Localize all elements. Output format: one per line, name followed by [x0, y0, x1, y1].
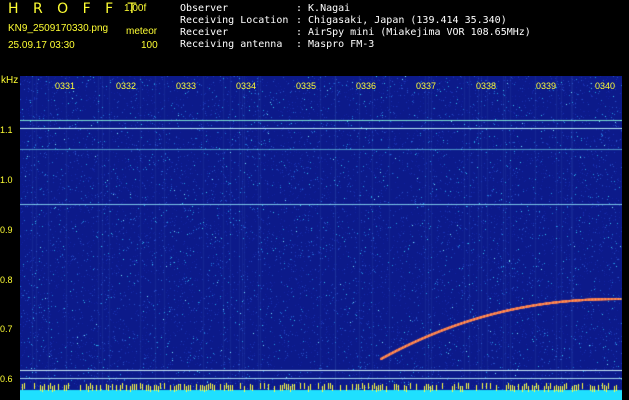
- time-tick-label: 0338: [476, 81, 497, 91]
- location-value: : Chigasaki, Japan (139.414 35.340): [296, 15, 507, 26]
- mode-label: meteor: [126, 26, 158, 37]
- version-label: 1.00f: [124, 3, 147, 14]
- observer-key: Observer: [180, 3, 229, 14]
- y-tick-label: 0.7: [0, 324, 13, 334]
- time-tick-label: 0333: [176, 81, 197, 91]
- y-tick-label: 1.1: [0, 125, 13, 135]
- observer-value: : K.Nagai: [296, 3, 351, 14]
- header-panel: H R O F F T 1.00f KN9_2509170330.png met…: [0, 0, 629, 76]
- y-tick-label: 1.0: [0, 175, 13, 185]
- y-axis-unit: kHz: [1, 75, 19, 86]
- location-key: Receiving Location: [180, 15, 289, 26]
- filename-label: KN9_2509170330.png: [8, 23, 109, 34]
- time-tick-label: 0332: [116, 81, 137, 91]
- datetime-label: 25.09.17 03:30: [8, 40, 75, 51]
- level-label: 100: [141, 40, 158, 51]
- time-tick-label: 0334: [236, 81, 257, 91]
- waterfall-spectrogram: [20, 76, 622, 400]
- app-title: H R O F F T: [8, 1, 142, 17]
- time-tick-label: 0339: [536, 81, 557, 91]
- y-tick-label: 0.8: [0, 275, 13, 285]
- y-tick-label: 0.9: [0, 225, 13, 235]
- antenna-key: Receiving antenna: [180, 39, 283, 50]
- y-tick-label: 0.6: [0, 374, 13, 384]
- receiver-key: Receiver: [180, 27, 229, 38]
- antenna-value: : Maspro FM-3: [296, 39, 375, 50]
- time-tick-label: 0340: [595, 81, 616, 91]
- time-tick-label: 0331: [55, 81, 76, 91]
- time-tick-label: 0337: [416, 81, 437, 91]
- time-tick-label: 0336: [356, 81, 377, 91]
- receiver-value: : AirSpy mini (Miakejima VOR 108.65MHz): [296, 27, 531, 38]
- time-tick-label: 0335: [296, 81, 317, 91]
